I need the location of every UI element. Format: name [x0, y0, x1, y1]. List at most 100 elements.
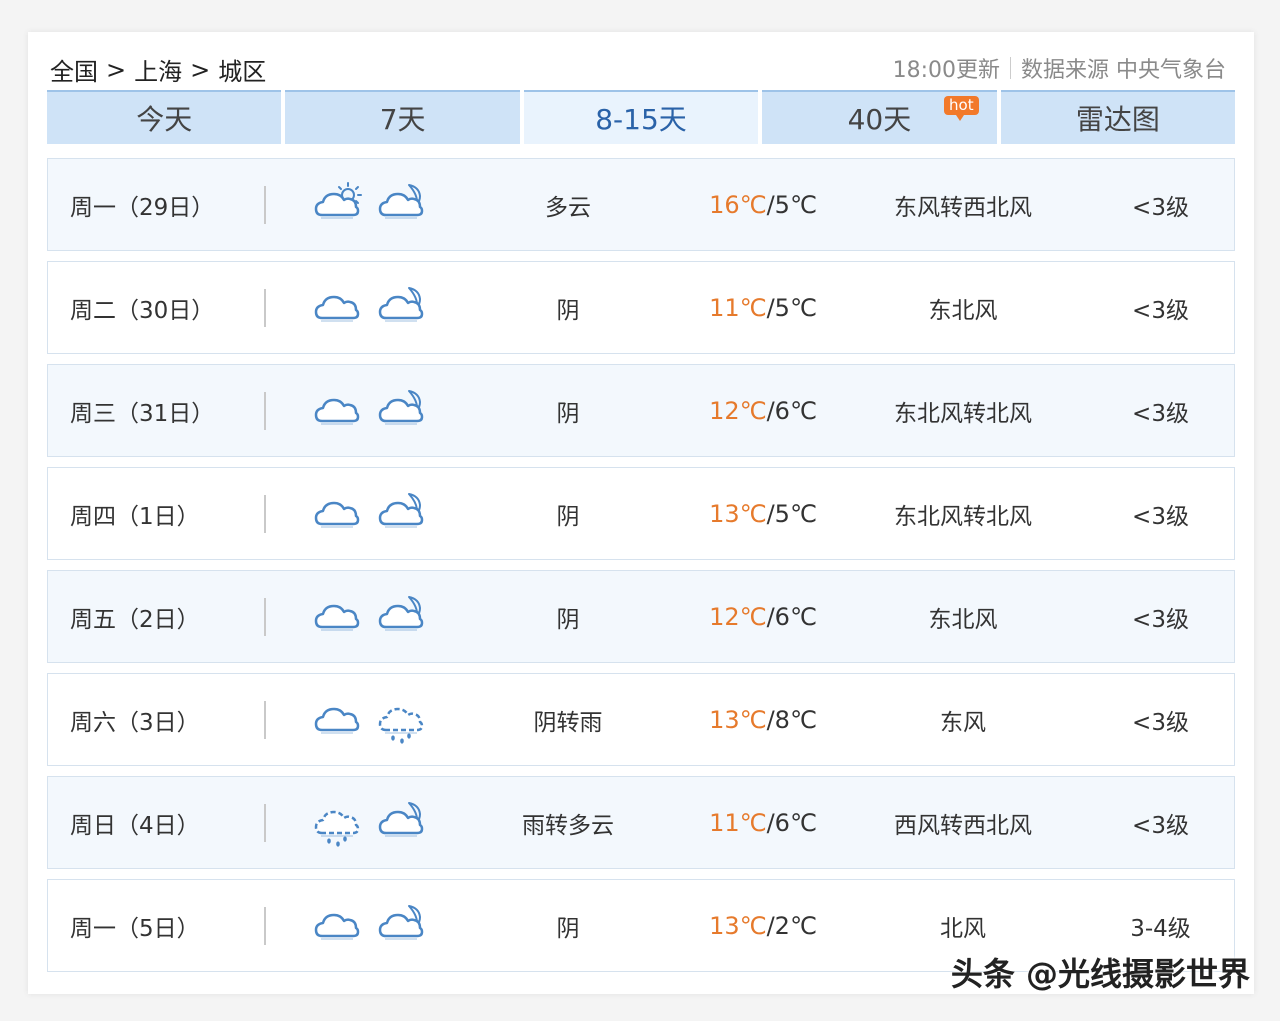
weather-text: 阴 — [556, 400, 580, 427]
wind-level: <3级 — [1132, 709, 1189, 736]
temperature: 13℃/5℃ — [688, 468, 838, 559]
temperature: 12℃/6℃ — [688, 571, 838, 662]
day-label: 周一（5日） — [70, 915, 200, 942]
rain-icon — [314, 810, 360, 847]
cloud-moon-icon — [378, 595, 424, 631]
low-temp: 5℃ — [774, 293, 817, 322]
update-time: 18:00更新 — [892, 58, 1000, 83]
overcast-icon — [314, 707, 360, 734]
watermark: 头条 @光线摄影世界 — [950, 955, 1250, 993]
overcast-icon — [314, 398, 360, 425]
high-temp: 13℃ — [709, 911, 767, 940]
day-label: 周四（1日） — [70, 503, 200, 530]
breadcrumb-separator: > — [190, 55, 211, 84]
overcast-icon — [314, 295, 360, 322]
forecast-row: 周四（1日） 阴 13℃/5℃ 东北风转北风 <3级 — [47, 467, 1235, 560]
update-meta: 18:00更新 数据来源 中央气象台 — [893, 52, 1226, 84]
breadcrumb-district: 城区 — [218, 58, 267, 86]
tab-label: 今天 — [136, 103, 193, 136]
wind-direction: 东北风 — [928, 297, 998, 324]
meta-divider — [1010, 57, 1011, 79]
low-temp: 2℃ — [774, 911, 817, 940]
breadcrumb-separator: > — [106, 55, 127, 84]
wind-direction: 东北风转北风 — [894, 400, 1032, 427]
temp-separator: / — [766, 705, 775, 734]
temperature: 11℃/6℃ — [688, 777, 838, 868]
low-temp: 5℃ — [774, 190, 817, 219]
weather-icons — [312, 262, 442, 353]
tab-label: 8-15天 — [595, 103, 687, 136]
tab-8-15-days[interactable]: 8-15天 — [523, 90, 759, 144]
day-label: 周日（4日） — [70, 812, 200, 839]
cloud-moon-icon — [378, 389, 424, 425]
row-divider — [264, 804, 266, 842]
tab-radar[interactable]: 雷达图 — [1000, 90, 1236, 144]
cloud-moon-icon — [378, 801, 424, 837]
temp-separator: / — [766, 293, 775, 322]
day-label: 周二（30日） — [70, 297, 215, 324]
rain-icon — [378, 707, 424, 744]
cloud-moon-icon — [378, 286, 424, 322]
tab-label: 雷达图 — [1075, 103, 1160, 136]
cloud-moon-icon — [378, 183, 424, 219]
forecast-row: 周五（2日） 阴 12℃/6℃ 东北风 <3级 — [47, 570, 1235, 663]
forecast-tabs: 今天 7天 8-15天 40天 hot 雷达图 — [47, 90, 1236, 144]
forecast-row: 周三（31日） 阴 12℃/6℃ 东北风转北风 <3级 — [47, 364, 1235, 457]
tab-7-days[interactable]: 7天 — [285, 90, 520, 144]
temperature: 12℃/6℃ — [688, 365, 838, 456]
day-label: 周三（31日） — [70, 400, 215, 427]
high-temp: 13℃ — [709, 499, 767, 528]
weather-text: 阴 — [556, 606, 580, 633]
wind-direction: 东风转西北风 — [894, 194, 1032, 221]
high-temp: 12℃ — [709, 396, 767, 425]
temperature: 13℃/2℃ — [688, 880, 838, 971]
day-label: 周五（2日） — [70, 606, 200, 633]
weather-text: 阴 — [556, 297, 580, 324]
weather-icons — [312, 159, 442, 250]
row-divider — [264, 289, 266, 327]
weather-icons — [312, 777, 442, 868]
row-divider — [264, 186, 266, 224]
temperature: 11℃/5℃ — [688, 262, 838, 353]
forecast-row: 周二（30日） 阴 11℃/5℃ 东北风 <3级 — [47, 261, 1235, 354]
wind-direction: 东北风 — [928, 606, 998, 633]
row-divider — [264, 907, 266, 945]
breadcrumb-country[interactable]: 全国 — [50, 52, 98, 87]
overcast-icon — [314, 501, 360, 528]
wind-level: <3级 — [1132, 606, 1189, 633]
wind-level: <3级 — [1132, 194, 1189, 221]
weather-text: 阴转雨 — [533, 709, 603, 736]
cloud-moon-icon — [378, 492, 424, 528]
weather-text: 阴 — [556, 915, 580, 942]
high-temp: 12℃ — [709, 602, 767, 631]
weather-text: 雨转多云 — [522, 812, 614, 839]
row-divider — [264, 495, 266, 533]
forecast-row: 周六（3日） 阴转雨 13℃/8℃ 东风 <3级 — [47, 673, 1235, 766]
wind-direction: 东北风转北风 — [894, 503, 1032, 530]
hot-badge: hot — [944, 96, 979, 121]
row-divider — [264, 701, 266, 739]
overcast-icon — [314, 604, 360, 631]
overcast-icon — [314, 913, 360, 940]
breadcrumb-city[interactable]: 上海 — [134, 52, 182, 87]
low-temp: 6℃ — [774, 808, 817, 837]
cloud-sun-icon — [314, 181, 362, 219]
wind-direction: 东风 — [940, 709, 986, 736]
high-temp: 11℃ — [709, 293, 767, 322]
wind-direction: 西风转西北风 — [894, 812, 1032, 839]
row-divider — [264, 598, 266, 636]
temp-separator: / — [766, 808, 775, 837]
forecast-card: 全国 > 上海 > 城区 18:00更新 数据来源 中央气象台 今天 7天 8-… — [28, 32, 1254, 994]
temp-separator: / — [766, 396, 775, 425]
tab-40-days[interactable]: 40天 hot — [762, 90, 997, 144]
breadcrumb: 全国 > 上海 > 城区 — [50, 52, 266, 87]
high-temp: 13℃ — [709, 705, 767, 734]
cloud-moon-icon — [378, 904, 424, 940]
weather-text: 多云 — [545, 194, 591, 221]
weather-icons — [312, 571, 442, 662]
wind-level: <3级 — [1132, 400, 1189, 427]
forecast-row: 周一（29日） 多云 16℃/5℃ 东风转西北风 <3级 — [47, 158, 1235, 251]
wind-level: <3级 — [1132, 297, 1189, 324]
tab-today[interactable]: 今天 — [47, 90, 282, 144]
high-temp: 11℃ — [709, 808, 767, 837]
